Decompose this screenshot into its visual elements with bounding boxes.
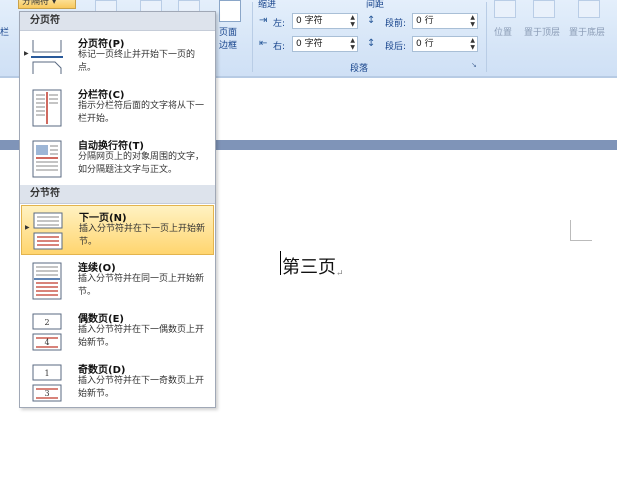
menu-item-title: 连续(O) — [78, 263, 116, 274]
menu-item-description: 插入分节符并在下一奇数页上开始新节。 — [78, 376, 205, 399]
position-icon — [494, 0, 516, 18]
menu-item-text-wrapping-break[interactable]: 自动换行符(T) 分隔网页上的对象周围的文字，如分隔题注文字与正文。 — [21, 134, 214, 184]
submenu-arrow-icon: ▶ — [25, 224, 30, 231]
page-border-label-2[interactable]: 边框 — [219, 38, 237, 51]
odd-page-section-icon: 1 3 — [32, 364, 62, 402]
column-break-icon — [32, 89, 62, 127]
svg-text:1: 1 — [44, 369, 49, 378]
indent-right-input[interactable]: 0 字符 ▲ ▼ — [292, 36, 358, 52]
indent-left-icon: ⇥ — [259, 15, 268, 26]
section-header-section-breaks: 分节符 — [20, 185, 215, 204]
text-wrapping-break-icon — [32, 140, 62, 178]
svg-text:3: 3 — [44, 389, 49, 398]
spacing-before-icon: ↕ — [367, 15, 376, 26]
spin-arrows-icon[interactable]: ▲ ▼ — [350, 14, 355, 28]
menu-item-description: 插入分节符并在同一页上开始新节。 — [78, 274, 205, 297]
text-cursor — [280, 251, 281, 275]
bring-front-button[interactable]: 置于顶层 — [524, 25, 560, 38]
page-border-label-1[interactable]: 页面 — [219, 25, 237, 38]
indent-left-input[interactable]: 0 字符 ▲ ▼ — [292, 13, 358, 29]
send-back-button[interactable]: 置于底层 — [569, 25, 605, 38]
menu-item-title: 奇数页(D) — [78, 365, 126, 376]
menu-item-page-break[interactable]: ▶ 分页符(P) 标记一页终止并开始下一页的点。 — [21, 32, 214, 82]
spin-arrows-icon[interactable]: ▲ ▼ — [350, 37, 355, 51]
menu-item-even-page-section[interactable]: 2 4 偶数页(E) 插入分节符并在下一偶数页上开始新节。 — [21, 307, 214, 357]
spacing-after-input[interactable]: 0 行 ▲ ▼ — [412, 36, 478, 52]
columns-button-partial[interactable]: 栏 — [0, 25, 9, 38]
page-break-icon — [31, 40, 63, 74]
document-text[interactable]: 第三页↵ — [282, 253, 344, 279]
menu-item-next-page-section[interactable]: ▶ 下一页(N) 插入分节符并在下一页上开始新节。 — [21, 205, 214, 255]
breaks-dropdown-menu: 分页符 ▶ 分页符(P) 标记一页终止并开始下一页的点。 分栏符(C) 指示分栏… — [19, 11, 216, 408]
svg-text:4: 4 — [44, 338, 49, 347]
continuous-section-icon — [32, 262, 62, 300]
page-border-icon — [219, 0, 241, 22]
bring-front-icon — [533, 0, 555, 18]
indent-right-icon: ⇤ — [259, 38, 268, 49]
indent-title: 缩进 — [258, 0, 277, 10]
next-page-section-icon — [33, 212, 63, 250]
menu-item-description: 指示分栏符后面的文字将从下一栏开始。 — [78, 101, 205, 124]
even-page-section-icon: 2 4 — [32, 313, 62, 351]
dialog-launcher-icon[interactable]: ↘ — [471, 61, 477, 69]
menu-item-odd-page-section[interactable]: 1 3 奇数页(D) 插入分节符并在下一奇数页上开始新节。 — [21, 358, 214, 408]
spacing-after-icon: ↕ — [367, 38, 376, 49]
spacing-title: 间距 — [366, 0, 385, 10]
paragraph-mark: ↵ — [336, 269, 344, 279]
menu-item-title: 自动换行符(T) — [78, 141, 144, 152]
spacing-before-label: 段前: — [385, 19, 407, 29]
submenu-arrow-icon: ▶ — [24, 50, 29, 57]
menu-item-title: 分栏符(C) — [78, 90, 125, 101]
spin-arrows-icon[interactable]: ▲ ▼ — [470, 37, 475, 51]
margin-corner-mark — [570, 220, 571, 241]
menu-item-description: 标记一页终止并开始下一页的点。 — [78, 50, 196, 73]
paragraph-group-label: 段落 — [350, 64, 369, 74]
menu-item-description: 插入分节符并在下一页上开始新节。 — [79, 224, 206, 247]
spacing-after-label: 段后: — [385, 42, 407, 52]
position-button[interactable]: 位置 — [494, 25, 512, 38]
group-separator — [486, 2, 487, 72]
menu-item-title: 下一页(N) — [79, 213, 127, 224]
indent-left-label: 左: — [273, 19, 286, 29]
menu-item-column-break[interactable]: 分栏符(C) 指示分栏符后面的文字将从下一栏开始。 — [21, 83, 214, 133]
menu-item-title: 偶数页(E) — [78, 314, 124, 325]
indent-right-label: 右: — [273, 42, 286, 52]
menu-item-title: 分页符(P) — [78, 39, 125, 50]
send-back-icon — [578, 0, 600, 18]
menu-item-continuous-section[interactable]: 连续(O) 插入分节符并在同一页上开始新节。 — [21, 256, 214, 306]
spacing-before-input[interactable]: 0 行 ▲ ▼ — [412, 13, 478, 29]
breaks-button[interactable]: 分隔符 ▾ — [18, 0, 76, 9]
spin-arrows-icon[interactable]: ▲ ▼ — [470, 14, 475, 28]
group-separator — [252, 2, 253, 72]
margin-corner-mark — [570, 240, 592, 241]
svg-text:2: 2 — [44, 318, 49, 327]
menu-item-description: 插入分节符并在下一偶数页上开始新节。 — [78, 325, 205, 348]
menu-item-description: 分隔网页上的对象周围的文字，如分隔题注文字与正文。 — [78, 152, 205, 175]
section-header-page-breaks: 分页符 — [20, 12, 215, 31]
